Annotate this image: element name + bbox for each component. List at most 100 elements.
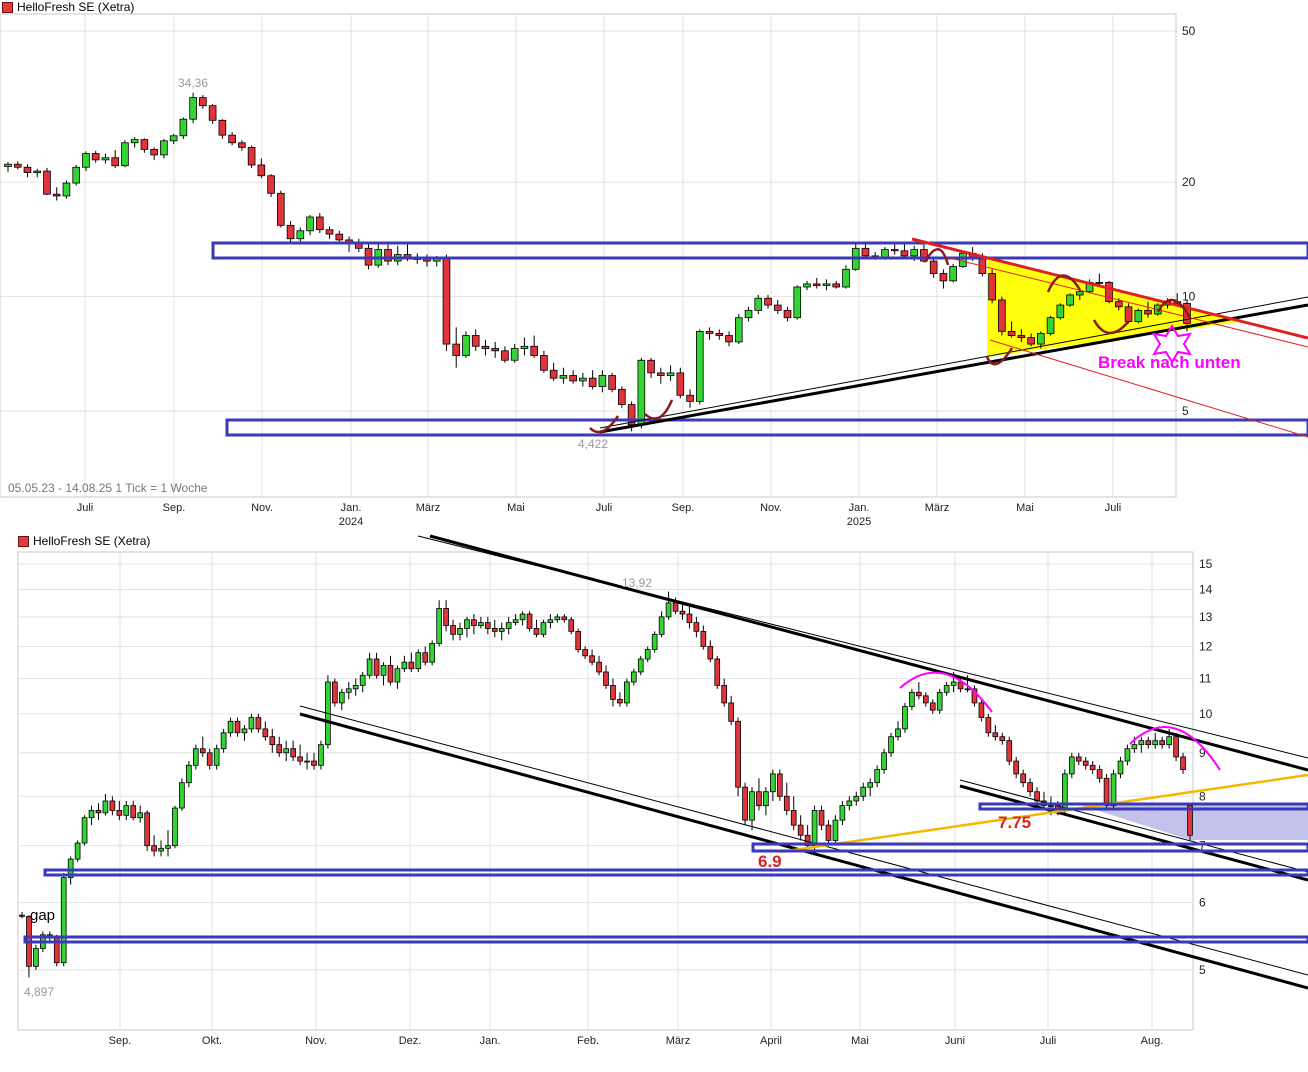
candle-down (501, 350, 509, 361)
candle-down (735, 720, 741, 788)
candle-down (491, 348, 500, 352)
candle-down (144, 812, 150, 847)
y-tick-label: 5 (1182, 404, 1189, 418)
x-tick-label: Nov. (305, 1035, 327, 1047)
candle-down (311, 760, 317, 766)
candle-down (1017, 335, 1026, 339)
candle-down (569, 375, 577, 382)
candle-up (1056, 304, 1065, 319)
candle-down (247, 146, 256, 166)
candle-down (756, 791, 762, 807)
candle-up (959, 252, 967, 267)
candle-up (666, 372, 675, 376)
candle-up (296, 230, 305, 240)
candle-up (846, 800, 853, 807)
candle-down (262, 728, 269, 738)
candle-down (790, 810, 797, 826)
y-tick-label: 50 (1182, 24, 1196, 38)
candle-down (1124, 306, 1133, 322)
candle-up (881, 249, 889, 258)
candle-down (1103, 777, 1110, 807)
candle-up (88, 810, 95, 819)
candle-up (512, 619, 519, 624)
candle-down (408, 661, 415, 670)
candle-up (1124, 748, 1131, 762)
candle-down (95, 810, 102, 814)
candle-down (91, 153, 100, 161)
candle-down (450, 625, 456, 635)
candle-up (510, 348, 519, 361)
x-tick-label: Jan. (341, 502, 362, 514)
candle-down (900, 250, 909, 257)
candle-up (651, 633, 658, 650)
candle-down (588, 377, 597, 387)
candle-up (519, 613, 526, 621)
gap-label: gap (30, 907, 55, 924)
candle-down (773, 304, 782, 311)
candle-down (1096, 769, 1103, 779)
candle-up (1134, 309, 1143, 322)
x-tick-label: Aug. (1141, 1035, 1164, 1047)
candle-down (257, 164, 266, 177)
candle-down (491, 628, 498, 632)
candle-down (998, 299, 1006, 332)
candle-down (1105, 281, 1113, 303)
candle-down (332, 681, 338, 704)
candle-up (579, 377, 587, 382)
candle-down (725, 335, 733, 343)
candle-up (624, 681, 630, 704)
candle-down (861, 247, 870, 257)
candle-down (618, 388, 626, 405)
candle-up (179, 118, 188, 137)
candle-up (658, 616, 665, 635)
candle-up (62, 182, 71, 197)
candle-up (793, 286, 802, 319)
candle-up (283, 748, 290, 754)
candle-down (939, 273, 948, 282)
candle-down (916, 691, 922, 697)
candle-down (992, 732, 999, 738)
x-tick-label: Okt. (202, 1035, 222, 1047)
candle-down (693, 622, 700, 632)
x-tick-label: Juni (945, 1035, 965, 1047)
candle-up (457, 628, 463, 635)
candle-up (172, 807, 178, 847)
candle-up (72, 166, 81, 184)
level-label-7-75: 7.75 (998, 813, 1031, 832)
x-tick-label: Mai (851, 1035, 869, 1047)
candle-down (715, 333, 724, 336)
candle-up (744, 309, 753, 319)
candle-down (705, 330, 714, 334)
candle-down (530, 345, 538, 356)
candle-down (657, 372, 665, 376)
candle-up (160, 140, 168, 156)
candle-down (1082, 760, 1089, 766)
candle-down (783, 795, 790, 811)
candle-down (1075, 756, 1082, 762)
candle-up (867, 782, 874, 788)
candle-down (957, 681, 964, 690)
candle-down (617, 698, 623, 704)
candle-down (561, 616, 568, 621)
candle-up (130, 139, 139, 144)
candle-down (589, 655, 595, 663)
candle-down (922, 695, 929, 704)
candle-down (373, 658, 380, 676)
candle-up (101, 157, 110, 161)
y-tick-label: 10 (1199, 707, 1213, 721)
candle-down (443, 608, 449, 626)
x-year-label: 2024 (339, 516, 363, 528)
candle-up (241, 728, 248, 734)
candle-down (1159, 740, 1166, 746)
x-tick-label: Mai (1016, 502, 1034, 514)
candle-up (832, 819, 839, 841)
candle-down (269, 736, 276, 746)
candle-down (742, 786, 748, 821)
candle-down (238, 142, 246, 148)
x-tick-label: April (760, 1035, 782, 1047)
x-tick-label: Sep. (672, 502, 695, 514)
candle-down (228, 134, 236, 144)
candle-up (380, 665, 387, 676)
candle-up (1037, 333, 1045, 345)
candle-up (462, 335, 470, 356)
